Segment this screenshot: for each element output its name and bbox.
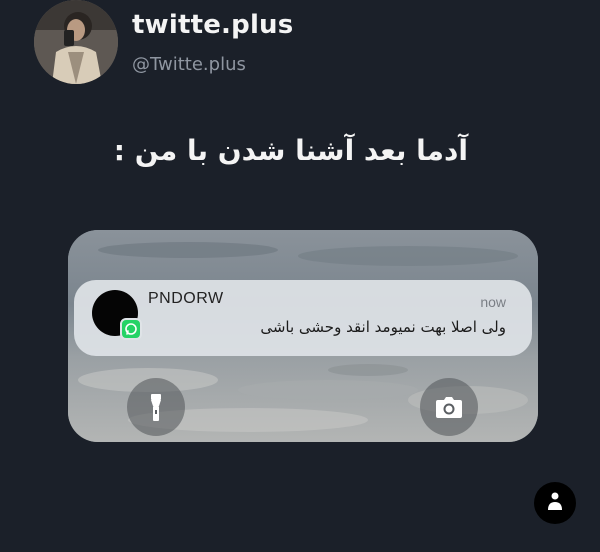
whatsapp-icon [120, 318, 142, 340]
profile-avatar[interactable] [34, 0, 118, 84]
notification-sender: PNDORW [148, 290, 224, 307]
notification-card[interactable]: PNDORW now ولی اصلا بهت نمیومد انقد وحشی… [74, 280, 532, 356]
camera-button[interactable] [420, 378, 478, 436]
display-name[interactable]: twitte.plus [132, 10, 293, 40]
notification-time: now [480, 294, 506, 310]
username[interactable]: @Twitte.plus [132, 54, 246, 75]
profile-photo-person-icon [34, 0, 118, 84]
lockscreen-screenshot: PNDORW now ولی اصلا بهت نمیومد انقد وحشی… [68, 230, 538, 442]
accessibility-button[interactable] [534, 482, 576, 524]
flashlight-icon [151, 394, 161, 421]
accessibility-icon [548, 492, 562, 510]
camera-icon [436, 397, 462, 418]
notification-message: ولی اصلا بهت نمیومد انقد وحشی باشی [260, 318, 506, 336]
flashlight-button[interactable] [127, 378, 185, 436]
post-text: آدما بعد آشنا شدن با من : [113, 134, 468, 167]
